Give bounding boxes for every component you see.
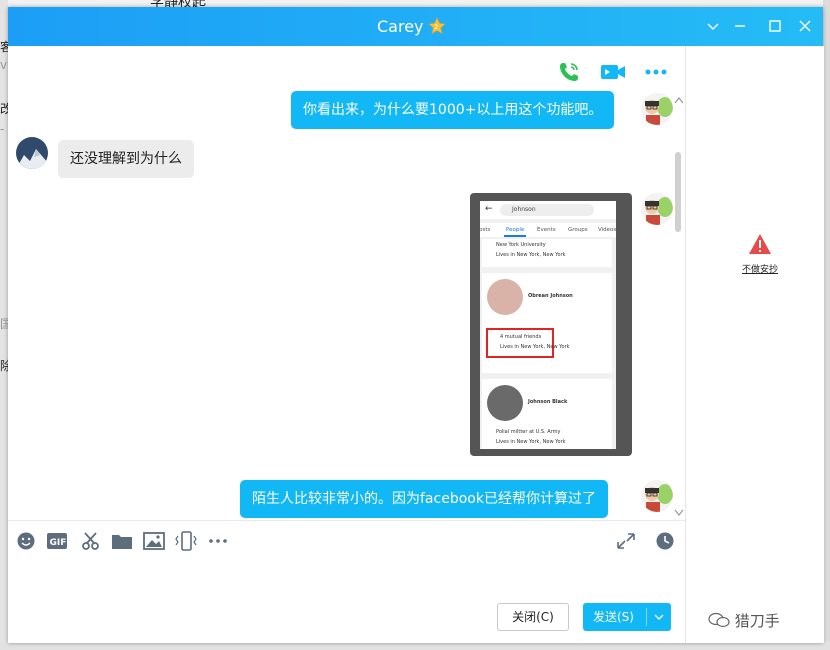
svg-text:GIF: GIF bbox=[50, 538, 67, 548]
image-icon[interactable] bbox=[143, 531, 165, 551]
chevron-down-icon[interactable] bbox=[703, 16, 723, 36]
my-avatar[interactable] bbox=[641, 93, 673, 125]
send-divider bbox=[646, 608, 647, 626]
svg-text:2: 2 bbox=[434, 24, 438, 31]
facebook-search-screenshot: ← Johnson Posts People Events Groups Vid… bbox=[476, 201, 616, 449]
maximize-icon[interactable] bbox=[765, 16, 785, 36]
screenshot-tabs: Posts People Events Groups Videos bbox=[476, 223, 616, 237]
right-side-panel: 不做安抄 bbox=[685, 46, 824, 643]
screenshot-search-bar: ← Johnson bbox=[480, 201, 616, 219]
close-button[interactable]: 关闭(C) bbox=[497, 603, 569, 631]
background-bottom bbox=[0, 642, 830, 650]
more-tools-icon[interactable] bbox=[207, 531, 229, 551]
chat-window: Carey 2 你看出来，为什么要1000+以上用这个功能吧。 还没理解到为什么… bbox=[8, 7, 824, 643]
voice-call-icon[interactable] bbox=[557, 60, 581, 84]
contact-avatar[interactable] bbox=[16, 137, 48, 169]
report-label: 不做安抄 bbox=[741, 265, 778, 275]
bg-char: v bbox=[0, 58, 8, 72]
minimize-icon[interactable] bbox=[730, 16, 750, 36]
send-button[interactable]: 发送(S) bbox=[583, 603, 671, 631]
watermark-text: 猎刀手 bbox=[734, 612, 780, 630]
send-label: 发送(S) bbox=[593, 610, 634, 624]
gif-icon[interactable]: GIF bbox=[46, 531, 68, 551]
emoji-icon[interactable] bbox=[16, 531, 38, 551]
history-clock-icon[interactable] bbox=[654, 531, 676, 551]
my-avatar[interactable] bbox=[641, 193, 673, 225]
report-link[interactable]: 不做安抄 bbox=[740, 233, 780, 275]
message-bubble-incoming[interactable]: 还没理解到为什么 bbox=[58, 140, 194, 178]
close-icon[interactable] bbox=[795, 16, 815, 36]
shake-window-icon[interactable] bbox=[175, 531, 197, 551]
send-options-chevron-icon[interactable] bbox=[651, 609, 667, 625]
more-icon[interactable] bbox=[644, 60, 668, 84]
background-left-window: 客 v 改 - 国 除 bbox=[0, 0, 12, 650]
message-area[interactable]: 你看出来，为什么要1000+以上用这个功能吧。 还没理解到为什么 ← Johns… bbox=[8, 46, 685, 520]
screenshot-card: New York University Lives in New York, N… bbox=[482, 239, 612, 267]
input-toolbar: GIF bbox=[8, 520, 685, 561]
highlight-box bbox=[486, 328, 554, 358]
screenshot-card: Obrean Johnson 4 mutual friends Lives in… bbox=[482, 273, 612, 373]
video-call-icon[interactable] bbox=[599, 60, 627, 84]
scrollbar[interactable] bbox=[675, 152, 681, 232]
window-title: Carey bbox=[377, 17, 424, 36]
watermark: 猎刀手 bbox=[708, 610, 780, 631]
message-bubble-outgoing[interactable]: 陌生人比较非常小的。因为facebook已经帮你计算过了 bbox=[240, 480, 608, 518]
folder-icon[interactable] bbox=[111, 531, 133, 551]
screenshot-search-field: Johnson bbox=[500, 204, 594, 216]
warning-icon bbox=[749, 234, 771, 254]
screenshot-card: Johnson Black Polial miltter at U.S. Arm… bbox=[482, 379, 612, 449]
scissors-icon[interactable] bbox=[80, 531, 102, 551]
chevron-down-icon[interactable] bbox=[674, 509, 684, 517]
background-right bbox=[823, 0, 830, 650]
image-message[interactable]: ← Johnson Posts People Events Groups Vid… bbox=[470, 193, 632, 456]
bg-char: - bbox=[0, 122, 5, 136]
chevron-up-icon[interactable] bbox=[674, 96, 684, 104]
expand-icon[interactable] bbox=[615, 531, 637, 551]
vip-star-icon[interactable]: 2 bbox=[428, 17, 446, 35]
message-bubble-outgoing[interactable]: 你看出来，为什么要1000+以上用这个功能吧。 bbox=[291, 91, 615, 129]
my-avatar[interactable] bbox=[641, 480, 673, 512]
title-bar[interactable]: Carey 2 bbox=[8, 7, 823, 46]
wechat-icon bbox=[708, 612, 730, 628]
